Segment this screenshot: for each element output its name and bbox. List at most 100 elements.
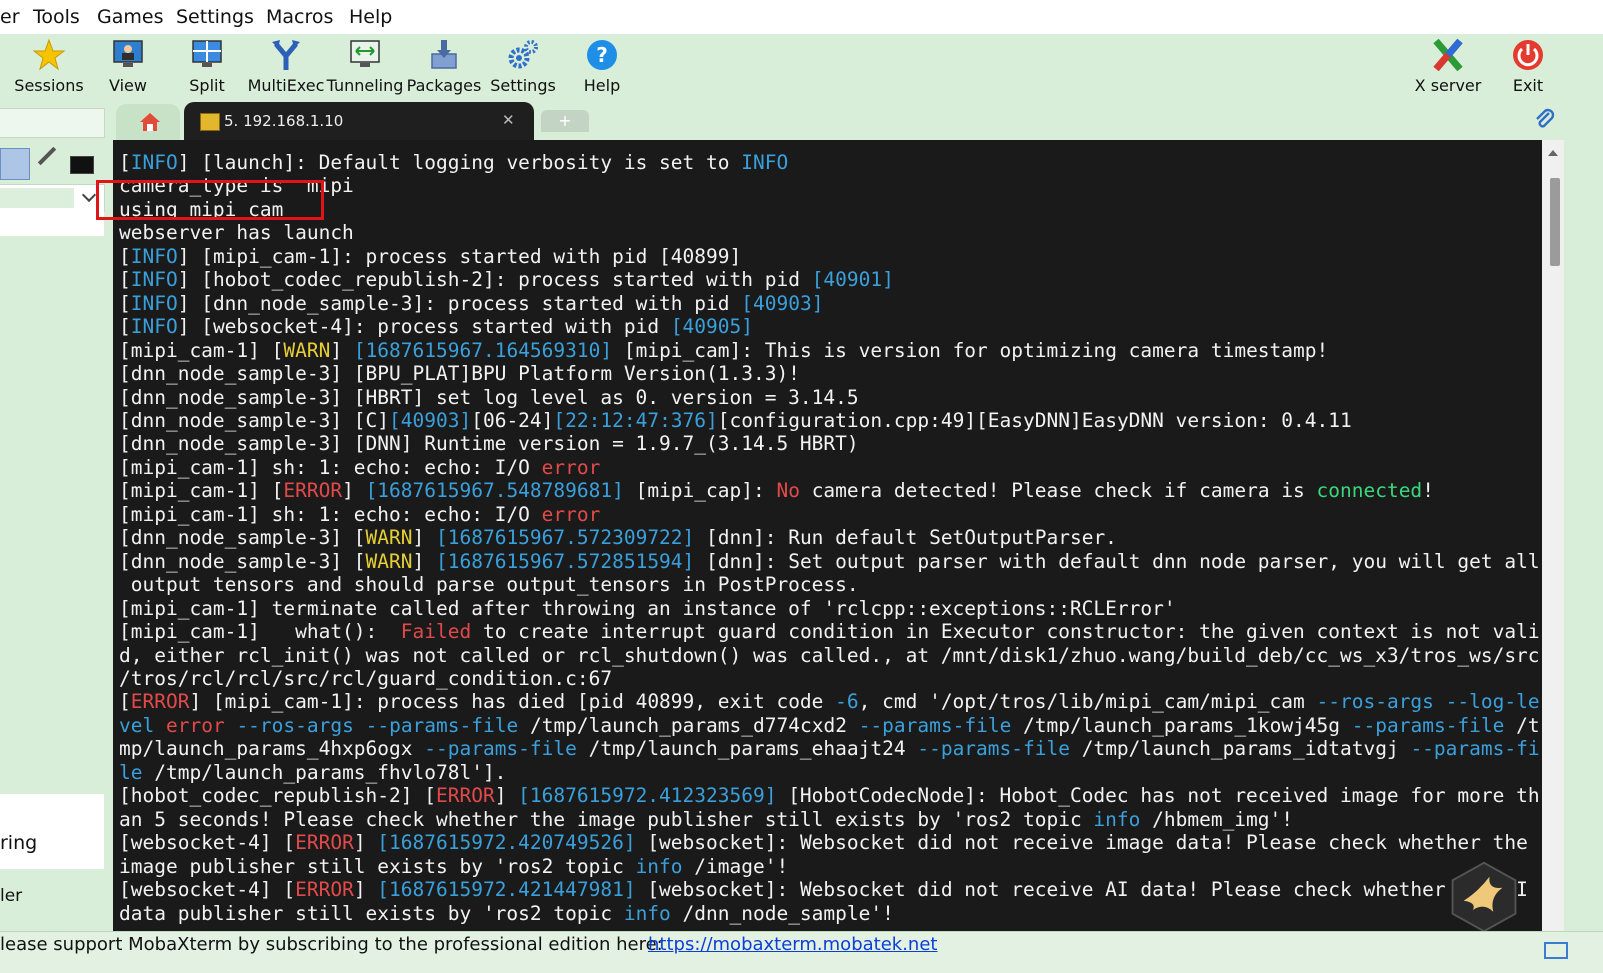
- terminal-line: [ERROR] [mipi_cam-1]: process has died […: [119, 690, 1540, 714]
- sidebar: ring ler: [0, 140, 110, 950]
- monitor-status-icon[interactable]: [1544, 942, 1568, 959]
- terminal-line: using mipi cam: [119, 197, 284, 221]
- sessions-panel-icon[interactable]: [0, 148, 30, 180]
- split-screen-icon: [192, 40, 222, 67]
- terminal-line: [INFO] [dnn_node_sample-3]: process star…: [119, 291, 824, 315]
- tunneling-button[interactable]: Tunneling: [322, 34, 408, 100]
- terminal-line: [INFO] [hobot_codec_republish-2]: proces…: [119, 268, 894, 292]
- monitor-user-icon: [113, 40, 143, 67]
- terminal-line: [INFO] [mipi_cam-1]: process started wit…: [119, 244, 742, 268]
- terminal-line: [dnn_node_sample-3] [BPU_PLAT]BPU Platfo…: [119, 362, 800, 386]
- terminal-line: [INFO] [launch]: Default logging verbosi…: [119, 151, 789, 174]
- terminal-line: an 5 seconds! Please check whether the i…: [119, 807, 1294, 831]
- terminal-line: image publisher still exists by 'ros2 to…: [119, 854, 789, 878]
- sidebar-item-ler[interactable]: ler: [0, 884, 104, 914]
- terminal-line: webserver has launch: [119, 221, 354, 245]
- highlight-box: [96, 180, 324, 220]
- menu-item-macros[interactable]: Macros: [266, 6, 333, 28]
- split-button[interactable]: Split: [164, 34, 250, 100]
- terminal-line: [mipi_cam-1] terminate called after thro…: [119, 596, 1176, 620]
- paperclip-icon[interactable]: [1532, 106, 1556, 132]
- scrollbar-thumb[interactable]: [1550, 178, 1560, 266]
- menu-item-help[interactable]: Help: [349, 6, 392, 28]
- menu-item-tools[interactable]: Tools: [33, 6, 80, 28]
- terminal-line: camera_type is mipi: [119, 174, 354, 198]
- xserver-button[interactable]: X server: [1405, 34, 1491, 100]
- sidebar-item-ring[interactable]: ring: [0, 794, 104, 869]
- terminal-line: [websocket-4] [ERROR] [1687615972.420749…: [119, 831, 1528, 855]
- star-icon: [32, 38, 66, 71]
- split-label: Split: [189, 76, 225, 95]
- terminal-output: [INFO] [launch]: Default logging verbosi…: [119, 151, 1540, 925]
- terminal-pane[interactable]: [INFO] [launch]: Default logging verbosi…: [113, 140, 1542, 950]
- bird-logo-icon: [1451, 861, 1517, 933]
- terminal-line: output tensors and should parse output_t…: [119, 573, 859, 597]
- exit-label: Exit: [1512, 76, 1544, 95]
- exit-button[interactable]: Exit: [1485, 34, 1571, 100]
- terminal-line: [mipi_cam-1] [ERROR] [1687615967.5487896…: [119, 479, 1434, 503]
- settings-label: Settings: [490, 76, 556, 95]
- tab-session-192-168-1-10[interactable]: 5. 192.168.1.10 ✕: [184, 102, 534, 140]
- fork-arrows-icon: [272, 40, 300, 70]
- filter-field: [0, 188, 74, 208]
- help-icon: ?: [587, 40, 617, 70]
- sidebar-filter-dropdown[interactable]: [0, 184, 105, 212]
- sessions-label: Sessions: [14, 76, 84, 95]
- sessions-button[interactable]: Sessions: [6, 34, 92, 100]
- sidebar-item-label: ler: [0, 886, 23, 906]
- sidebar-toolbar: [0, 144, 106, 182]
- tab-label: 5. 192.168.1.10: [224, 112, 344, 130]
- multiexec-label: MultiExec: [247, 76, 325, 95]
- gears-icon: [508, 40, 538, 69]
- tab-bar: 5. 192.168.1.10 ✕ +: [0, 100, 1603, 140]
- terminal-line: [hobot_codec_republish-2] [ERROR] [16876…: [119, 784, 1540, 808]
- svg-text:?: ?: [596, 43, 608, 67]
- terminal-line: /tros/rcl/rcl/src/rcl/guard_condition.c:…: [119, 666, 613, 690]
- sidebar-item-label: ring: [0, 832, 38, 854]
- plus-icon: +: [558, 111, 572, 130]
- mobaxterm-link[interactable]: https://mobaxterm.mobatek.net: [648, 934, 937, 955]
- terminal-line: [mipi_cam-1] sh: 1: echo: echo: I/O erro…: [119, 502, 601, 526]
- settings-button[interactable]: Settings: [480, 34, 566, 100]
- scroll-up-arrow[interactable]: [1548, 150, 1558, 156]
- terminal-line: [mipi_cam-1] sh: 1: echo: echo: I/O erro…: [119, 455, 601, 479]
- terminal-line: data publisher still exists by 'ros2 top…: [119, 901, 894, 925]
- xserver-label: X server: [1414, 76, 1482, 95]
- status-bar: lease support MobaXterm by subscribing t…: [0, 931, 1603, 973]
- packages-button[interactable]: Packages: [401, 34, 487, 100]
- package-download-icon: [431, 40, 457, 69]
- sidebar-search-box[interactable]: [0, 108, 105, 138]
- home-icon: [140, 113, 160, 131]
- terminal-tab-icon: [200, 113, 220, 131]
- terminal-line: vel error --ros-args --params-file /tmp/…: [119, 713, 1540, 737]
- help-button[interactable]: ? Help: [559, 34, 645, 100]
- x-server-icon: [1433, 38, 1463, 72]
- terminal-line: [dnn_node_sample-3] [WARN] [1687615967.5…: [119, 549, 1540, 573]
- menu-item-games[interactable]: Games: [97, 6, 163, 28]
- home-tab[interactable]: [116, 104, 180, 140]
- menu-item-partial[interactable]: er: [0, 6, 20, 28]
- sidebar-list-area: [0, 210, 104, 236]
- menu-item-settings[interactable]: Settings: [176, 6, 254, 28]
- magic-wand-icon[interactable]: [37, 146, 57, 166]
- terminal-line: [dnn_node_sample-3] [C][40903][06-24][22…: [119, 408, 1352, 432]
- terminal-line: mp/launch_params_4hxp6ogx --params-file …: [119, 737, 1540, 761]
- terminal-line: [dnn_node_sample-3] [HBRT] set log level…: [119, 385, 859, 409]
- multiexec-button[interactable]: MultiExec: [243, 34, 329, 100]
- view-label: View: [109, 76, 147, 95]
- terminal-line: d, either rcl_init() was not called or r…: [119, 643, 1540, 667]
- new-tab-button[interactable]: +: [541, 110, 589, 132]
- terminal-icon[interactable]: [70, 156, 94, 174]
- terminal-line: le /tmp/launch_params_fhvlo78l'].: [119, 760, 507, 784]
- power-icon: [1513, 40, 1543, 70]
- menu-bar: er Tools Games Settings Macros Help: [0, 0, 1603, 34]
- packages-label: Packages: [406, 76, 482, 95]
- close-tab-icon[interactable]: ✕: [502, 111, 515, 129]
- toolbar: Sessions View Split MultiExec Tunneling …: [0, 34, 1603, 100]
- terminal-line: [INFO] [websocket-4]: process started wi…: [119, 315, 753, 339]
- terminal-line: [websocket-4] [ERROR] [1687615972.421447…: [119, 878, 1528, 902]
- terminal-line: [mipi_cam-1] what(): Failed to create in…: [119, 620, 1540, 644]
- status-text: lease support MobaXterm by subscribing t…: [0, 934, 663, 955]
- view-button[interactable]: View: [85, 34, 171, 100]
- terminal-line: [dnn_node_sample-3] [DNN] Runtime versio…: [119, 432, 859, 456]
